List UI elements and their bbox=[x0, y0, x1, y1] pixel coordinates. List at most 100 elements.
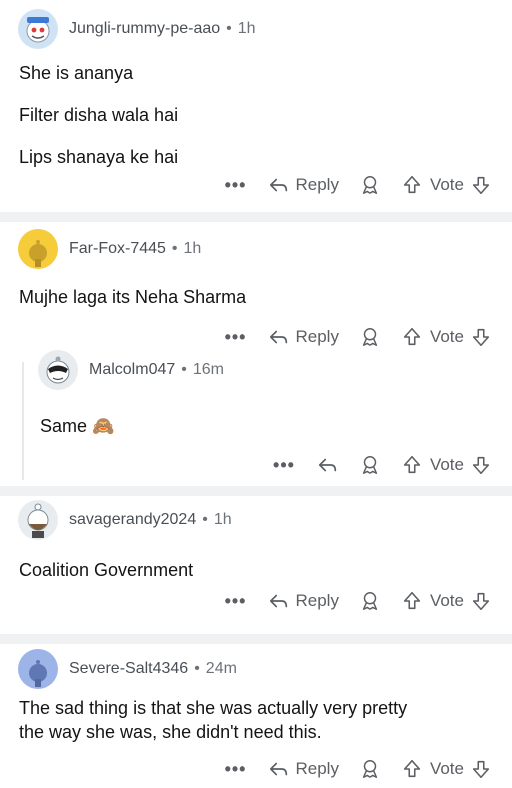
snoo-avatar-icon bbox=[29, 240, 47, 267]
comment-1: Jungli-rummy-pe-aao • 1h She is ananya F… bbox=[0, 0, 512, 212]
reply-button[interactable]: Reply bbox=[268, 174, 339, 196]
username[interactable]: Far-Fox-7445 bbox=[69, 240, 166, 258]
upvote-arrow-icon bbox=[403, 175, 421, 194]
reply-header: Malcolm047 • 16m bbox=[38, 350, 224, 390]
comment-body-line: Coalition Government bbox=[19, 560, 194, 580]
comment-body-line: She is ananya bbox=[19, 63, 134, 83]
vote-label: Vote bbox=[429, 759, 464, 778]
vote-label: Vote bbox=[429, 455, 464, 474]
separator-dot: • bbox=[202, 511, 208, 528]
thread-line[interactable] bbox=[22, 362, 24, 480]
award-button[interactable] bbox=[359, 174, 381, 196]
reply-label: Reply bbox=[295, 327, 339, 346]
more-options-button[interactable]: ••• bbox=[225, 327, 247, 348]
avatar[interactable] bbox=[18, 500, 58, 540]
avatar[interactable] bbox=[18, 229, 58, 269]
award-button[interactable] bbox=[359, 326, 381, 348]
upvote-button[interactable] bbox=[401, 454, 423, 476]
award-icon bbox=[362, 760, 378, 778]
avatar[interactable] bbox=[38, 350, 78, 390]
downvote-arrow-icon bbox=[472, 456, 490, 475]
avatar[interactable] bbox=[18, 649, 58, 689]
reply-arrow-icon bbox=[270, 762, 288, 776]
reply-arrow-icon bbox=[270, 330, 288, 344]
reply-arrow-icon bbox=[270, 594, 288, 608]
timestamp: 24m bbox=[205, 660, 237, 677]
downvote-arrow-icon bbox=[472, 760, 490, 779]
comment-header: Severe-Salt4346 • 24m bbox=[18, 649, 237, 689]
reply-label: Reply bbox=[295, 759, 339, 778]
avatar[interactable] bbox=[18, 9, 58, 49]
more-options-button[interactable]: ••• bbox=[225, 591, 247, 612]
snoo-avatar-icon bbox=[27, 503, 49, 538]
reply-actions: ••• Vote bbox=[273, 454, 492, 476]
snoo-avatar-icon bbox=[46, 356, 70, 384]
comment-header: Far-Fox-7445 • 1h bbox=[18, 229, 201, 269]
separator-dot: • bbox=[181, 361, 187, 378]
vote-label: Vote bbox=[429, 175, 464, 194]
reply-arrow-icon bbox=[318, 458, 337, 472]
snoo-avatar-icon bbox=[26, 17, 50, 43]
reply-button[interactable] bbox=[317, 454, 339, 476]
comment-divider bbox=[0, 212, 512, 222]
upvote-button[interactable] bbox=[401, 326, 423, 348]
reply-arrow-icon bbox=[270, 178, 288, 192]
downvote-button[interactable] bbox=[470, 590, 492, 612]
more-options-button[interactable]: ••• bbox=[273, 455, 295, 476]
comment-actions: ••• Reply Vote bbox=[225, 326, 492, 348]
downvote-arrow-icon bbox=[472, 328, 490, 347]
comment-body-line: Mujhe laga its Neha Sharma bbox=[19, 287, 247, 307]
award-button[interactable] bbox=[359, 758, 381, 780]
award-icon bbox=[362, 456, 378, 474]
downvote-button[interactable] bbox=[470, 454, 492, 476]
reply-label: Reply bbox=[295, 175, 339, 194]
comment-header: savagerandy2024 • 1h bbox=[18, 500, 232, 540]
award-button[interactable] bbox=[359, 454, 381, 476]
reply-button[interactable]: Reply bbox=[268, 326, 339, 348]
award-icon bbox=[362, 176, 378, 194]
timestamp: 1h bbox=[237, 20, 256, 37]
upvote-arrow-icon bbox=[403, 591, 421, 610]
username[interactable]: Malcolm047 bbox=[89, 361, 175, 379]
downvote-button[interactable] bbox=[470, 326, 492, 348]
timestamp: 1h bbox=[183, 240, 202, 257]
more-options-button[interactable]: ••• bbox=[225, 175, 247, 196]
reply-button[interactable]: Reply bbox=[268, 590, 339, 612]
upvote-button[interactable] bbox=[401, 174, 423, 196]
comment-2: Far-Fox-7445 • 1h Mujhe laga its Neha Sh… bbox=[0, 222, 512, 486]
reply-label: Reply bbox=[295, 591, 339, 610]
more-options-button[interactable]: ••• bbox=[225, 759, 247, 780]
comment-actions: ••• Reply Vote bbox=[225, 590, 492, 612]
upvote-button[interactable] bbox=[401, 758, 423, 780]
comment-5: Severe-Salt4346 • 24m The sad thing is t… bbox=[0, 644, 512, 788]
award-button[interactable] bbox=[359, 590, 381, 612]
downvote-button[interactable] bbox=[470, 758, 492, 780]
username[interactable]: Jungli-rummy-pe-aao bbox=[69, 20, 220, 38]
downvote-arrow-icon bbox=[472, 176, 490, 195]
comment-body-line: The sad thing is that she was actually v… bbox=[19, 698, 408, 718]
vote-label: Vote bbox=[429, 327, 464, 346]
downvote-arrow-icon bbox=[472, 592, 490, 611]
upvote-arrow-icon bbox=[403, 759, 421, 778]
timestamp: 16m bbox=[192, 361, 224, 378]
timestamp: 1h bbox=[213, 511, 232, 528]
snoo-avatar-icon bbox=[29, 660, 47, 687]
comment-divider bbox=[0, 486, 512, 496]
comment-actions: ••• Reply Vote bbox=[225, 758, 492, 780]
downvote-button[interactable] bbox=[470, 174, 492, 196]
award-icon bbox=[362, 592, 378, 610]
username[interactable]: savagerandy2024 bbox=[69, 511, 196, 529]
vote-label: Vote bbox=[429, 591, 464, 610]
comment-actions: ••• Reply Vote bbox=[225, 174, 492, 196]
comment-header: Jungli-rummy-pe-aao • 1h bbox=[18, 9, 256, 49]
reply-body-line: Same 🙈 bbox=[40, 416, 115, 436]
upvote-arrow-icon bbox=[403, 327, 421, 346]
award-icon bbox=[362, 328, 378, 346]
upvote-button[interactable] bbox=[401, 590, 423, 612]
upvote-arrow-icon bbox=[403, 455, 421, 474]
username[interactable]: Severe-Salt4346 bbox=[69, 660, 188, 678]
comment-4: savagerandy2024 • 1h Coalition Governmen… bbox=[0, 496, 512, 634]
reply-button[interactable]: Reply bbox=[268, 758, 339, 780]
comment-body-line: Lips shanaya ke hai bbox=[19, 147, 179, 167]
comment-body-line: Filter disha wala hai bbox=[19, 105, 179, 125]
